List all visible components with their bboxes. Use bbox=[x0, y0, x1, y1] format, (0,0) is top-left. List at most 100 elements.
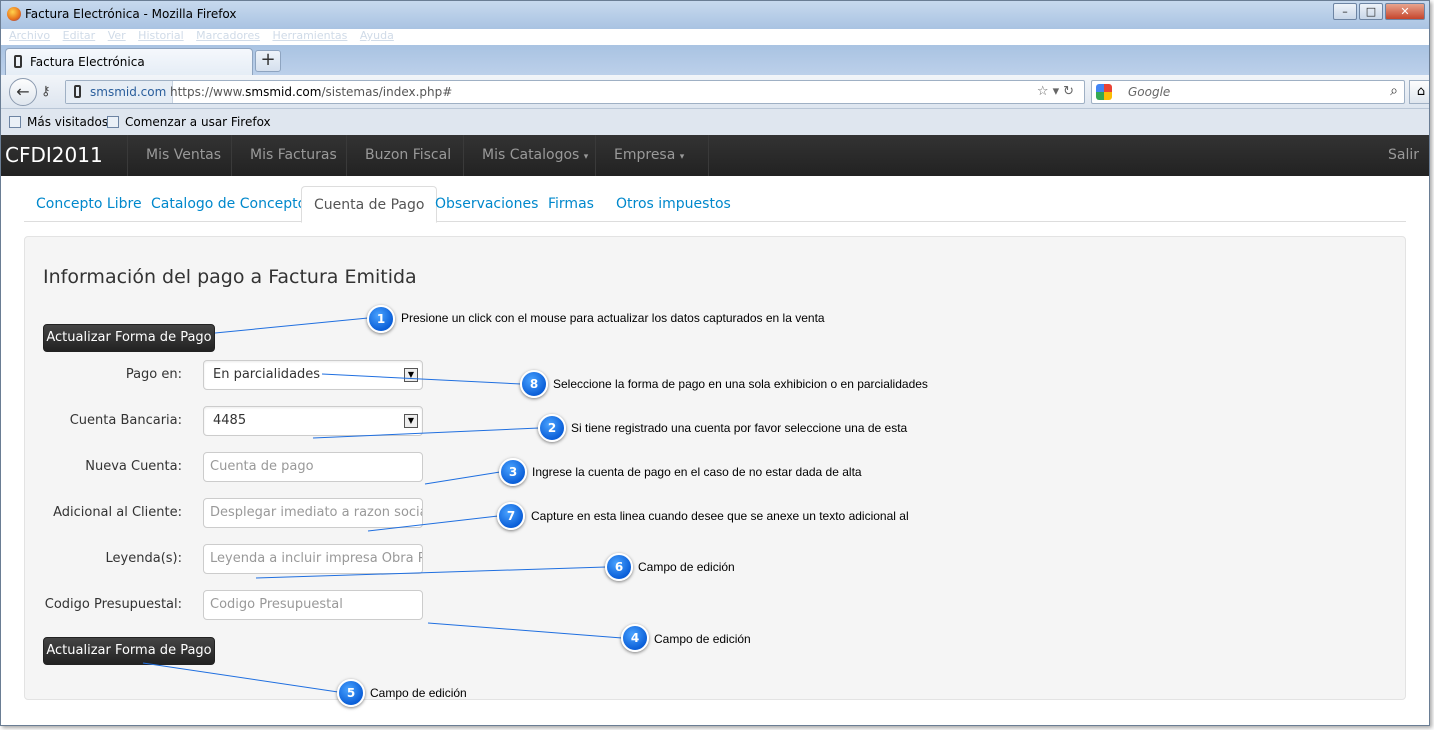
title-bar: Factura Electrónica - Mozilla Firefox – … bbox=[1, 1, 1429, 29]
chevron-down-icon[interactable]: ▼ bbox=[404, 368, 418, 382]
tab-cuenta-de-pago[interactable]: Cuenta de Pago bbox=[301, 186, 438, 223]
bookmark-folder-icon bbox=[9, 116, 21, 128]
browser-tab-strip: Factura Electrónica + bbox=[1, 45, 1429, 75]
cuenta-bancaria-value: 4485 bbox=[213, 413, 247, 428]
url-path: /sistemas/index.php# bbox=[321, 85, 453, 99]
pago-en-select[interactable]: En parcialidades ▼ bbox=[203, 360, 423, 390]
bookmark-label: Comenzar a usar Firefox bbox=[125, 115, 271, 129]
caret-down-icon: ▾ bbox=[583, 152, 589, 162]
back-arrow-icon: ← bbox=[16, 82, 30, 101]
search-icon[interactable]: ⌕ bbox=[1390, 83, 1398, 99]
callout-text-6: Campo de edición bbox=[638, 560, 735, 574]
tab-concepto-libre[interactable]: Concepto Libre bbox=[36, 186, 142, 222]
page-title: Información del pago a Factura Emitida bbox=[43, 266, 417, 288]
bookmark-label: Más visitados bbox=[27, 115, 109, 129]
google-icon[interactable] bbox=[1096, 84, 1112, 100]
home-icon: ⌂ bbox=[1416, 84, 1426, 99]
menu-herramientas[interactable]: Herramientas bbox=[272, 29, 347, 42]
callout-badge-2: 2 bbox=[538, 414, 566, 442]
browser-tab-label: Factura Electrónica bbox=[30, 55, 145, 69]
callout-badge-8: 8 bbox=[520, 370, 548, 398]
close-button[interactable]: ✕ bbox=[1385, 3, 1425, 20]
menu-ayuda[interactable]: Ayuda bbox=[360, 29, 394, 42]
search-bar[interactable]: Google ⌕ bbox=[1091, 80, 1405, 104]
callout-badge-1: 1 bbox=[367, 305, 395, 333]
logout-link[interactable]: Salir bbox=[1388, 135, 1419, 176]
menu-ver[interactable]: Ver bbox=[108, 29, 126, 42]
callout-badge-5: 5 bbox=[337, 679, 365, 707]
tab-catalogo-conceptos[interactable]: Catalogo de Conceptos bbox=[151, 186, 314, 222]
phone-icon bbox=[14, 55, 22, 68]
bookmarks-toolbar: Más visitados Comenzar a usar Firefox bbox=[1, 109, 1429, 135]
update-payment-button-top[interactable]: Actualizar Forma de Pago bbox=[43, 324, 215, 352]
maximize-button[interactable]: □ bbox=[1359, 3, 1383, 20]
bookmark-comenzar[interactable]: Comenzar a usar Firefox bbox=[107, 115, 271, 129]
nav-mis-facturas[interactable]: Mis Facturas bbox=[231, 135, 337, 176]
bookmark-mas-visitados[interactable]: Más visitados bbox=[9, 115, 108, 129]
codigo-presupuestal-input[interactable]: Codigo Presupuestal bbox=[203, 590, 423, 620]
adicional-cliente-input[interactable]: Desplegar imediato a razon social bbox=[203, 498, 423, 528]
cuenta-bancaria-select[interactable]: 4485 ▼ bbox=[203, 406, 423, 436]
nav-empresa[interactable]: Empresa ▾ bbox=[595, 135, 710, 176]
reload-icon[interactable]: ↻ bbox=[1063, 84, 1078, 99]
page-icon bbox=[107, 116, 119, 128]
chevron-down-icon[interactable]: ▼ bbox=[404, 414, 418, 428]
leyendas-input[interactable]: Leyenda a incluir impresa Obra Públ bbox=[203, 544, 423, 574]
menu-marcadores[interactable]: Marcadores bbox=[196, 29, 260, 42]
new-tab-button[interactable]: + bbox=[255, 50, 281, 72]
label-leyendas: Leyenda(s): bbox=[105, 551, 182, 566]
tab-otros-impuestos[interactable]: Otros impuestos bbox=[616, 186, 731, 222]
url-prefix: https://www. bbox=[170, 85, 246, 99]
form-tabs: Concepto Libre Catalogo de Conceptos Cue… bbox=[24, 186, 1406, 223]
callout-badge-7: 7 bbox=[497, 502, 525, 530]
bookmark-star-icon[interactable]: ☆ bbox=[1037, 84, 1053, 99]
site-identity-label: smsmid.com bbox=[90, 85, 167, 99]
url-bar-actions: ☆▾↻ bbox=[1037, 84, 1078, 99]
window-title: Factura Electrónica - Mozilla Firefox bbox=[25, 7, 237, 21]
label-adicional-cliente: Adicional al Cliente: bbox=[53, 505, 182, 520]
label-cuenta-bancaria: Cuenta Bancaria: bbox=[69, 413, 182, 428]
key-icon: ⚷ bbox=[41, 84, 51, 99]
callout-text-3: Ingrese la cuenta de pago en el caso de … bbox=[532, 465, 862, 479]
callout-badge-6: 6 bbox=[605, 553, 633, 581]
url-bar[interactable]: smsmid.com https://www.smsmid.com/sistem… bbox=[65, 80, 1085, 104]
menu-editar[interactable]: Editar bbox=[63, 29, 96, 42]
app-navbar: CFDI2011 Mis Ventas Mis Facturas Buzon F… bbox=[1, 135, 1429, 176]
browser-tab[interactable]: Factura Electrónica bbox=[5, 48, 253, 75]
update-payment-button-bottom[interactable]: Actualizar Forma de Pago bbox=[43, 637, 215, 665]
minimize-button[interactable]: – bbox=[1333, 3, 1357, 20]
brand-logo[interactable]: CFDI2011 bbox=[5, 143, 103, 167]
menu-bar: Archivo Editar Ver Historial Marcadores … bbox=[9, 29, 403, 42]
callout-badge-3: 3 bbox=[499, 458, 527, 486]
nav-mis-catalogos[interactable]: Mis Catalogos ▾ bbox=[463, 135, 588, 176]
nav-label: Empresa bbox=[614, 147, 676, 163]
callout-text-1: Presione un click con el mouse para actu… bbox=[401, 311, 825, 325]
caret-down-icon: ▾ bbox=[679, 152, 685, 162]
nav-label: Mis Catalogos bbox=[482, 147, 580, 163]
pago-en-value: En parcialidades bbox=[213, 367, 321, 382]
firefox-icon bbox=[7, 7, 21, 21]
url-domain: smsmid.com bbox=[245, 85, 322, 99]
tab-firmas[interactable]: Firmas bbox=[548, 186, 594, 222]
nav-mis-ventas[interactable]: Mis Ventas bbox=[127, 135, 221, 176]
callout-text-2: Si tiene registrado una cuenta por favor… bbox=[571, 421, 908, 435]
callout-text-4: Campo de edición bbox=[654, 632, 751, 646]
tab-observaciones[interactable]: Observaciones bbox=[435, 186, 538, 222]
label-nueva-cuenta: Nueva Cuenta: bbox=[85, 459, 182, 474]
url-text: https://www.smsmid.com/sistemas/index.ph… bbox=[170, 85, 452, 99]
site-identity-button[interactable]: smsmid.com bbox=[66, 81, 174, 103]
nav-buzon-fiscal[interactable]: Buzon Fiscal bbox=[346, 135, 451, 176]
menu-archivo[interactable]: Archivo bbox=[9, 29, 50, 42]
label-codigo-presupuestal: Codigo Presupuestal: bbox=[44, 597, 182, 612]
menu-historial[interactable]: Historial bbox=[138, 29, 183, 42]
dropdown-arrow-icon[interactable]: ▾ bbox=[1053, 84, 1064, 99]
callout-text-8: Seleccione la forma de pago en una sola … bbox=[553, 377, 928, 391]
home-button[interactable]: ⌂ bbox=[1409, 80, 1429, 104]
phone-icon bbox=[74, 85, 81, 98]
back-button[interactable]: ← bbox=[9, 78, 37, 106]
callout-text-5: Campo de edición bbox=[370, 686, 467, 700]
label-pago-en: Pago en: bbox=[125, 367, 182, 382]
window-controls: – □ ✕ bbox=[1331, 3, 1425, 20]
nueva-cuenta-input[interactable]: Cuenta de pago bbox=[203, 452, 423, 482]
callout-text-7: Capture en esta linea cuando desee que s… bbox=[531, 509, 909, 523]
